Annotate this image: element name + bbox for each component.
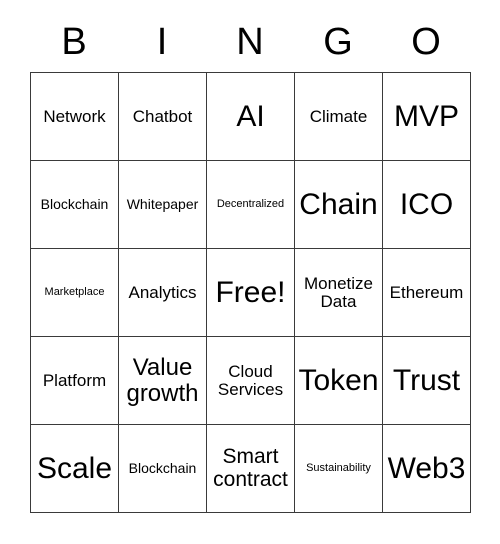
- bingo-header: B I N G O: [30, 12, 470, 72]
- bingo-cell-n2[interactable]: Decentralized: [206, 160, 295, 249]
- header-letter-g: G: [323, 21, 353, 63]
- bingo-cell-b5[interactable]: Scale: [30, 424, 119, 513]
- bingo-cell-label: Monetize Data: [304, 273, 373, 311]
- bingo-cell-i2[interactable]: Whitepaper: [118, 160, 207, 249]
- header-letter-i: I: [156, 21, 168, 63]
- bingo-cell-label: Blockchain: [128, 460, 197, 477]
- bingo-card: B I N G O Network Chatbot AI Climate MVP…: [30, 12, 471, 513]
- bingo-cell-label: Climate: [309, 106, 368, 126]
- bingo-cell-label: Trust: [392, 363, 461, 397]
- bingo-cell-g4[interactable]: Token: [294, 336, 383, 425]
- bingo-cell-label: Chatbot: [132, 106, 193, 126]
- bingo-cell-g2[interactable]: Chain: [294, 160, 383, 249]
- bingo-grid: Network Chatbot AI Climate MVP Blockchai…: [30, 72, 471, 513]
- bingo-cell-label: Cloud Services: [217, 361, 284, 399]
- bingo-cell-label: Platform: [42, 370, 107, 390]
- bingo-cell-b3[interactable]: Marketplace: [30, 248, 119, 337]
- header-letter-b: B: [61, 21, 87, 63]
- bingo-row: Platform Value growth Cloud Services Tok…: [30, 336, 471, 425]
- bingo-cell-label: AI: [236, 99, 265, 133]
- bingo-cell-label: Free!: [215, 275, 286, 309]
- bingo-cell-label: Decentralized: [216, 197, 285, 210]
- bingo-cell-label: Chain: [299, 187, 378, 221]
- bingo-cell-label: Ethereum: [389, 282, 464, 302]
- bingo-cell-b1[interactable]: Network: [30, 72, 119, 161]
- bingo-row: Scale Blockchain Smart contract Sustaina…: [30, 424, 471, 513]
- bingo-cell-n4[interactable]: Cloud Services: [206, 336, 295, 425]
- bingo-cell-i1[interactable]: Chatbot: [118, 72, 207, 161]
- bingo-row: Network Chatbot AI Climate MVP: [30, 72, 471, 161]
- bingo-cell-o2[interactable]: ICO: [382, 160, 471, 249]
- bingo-cell-label: Value growth: [126, 354, 199, 407]
- bingo-cell-o3[interactable]: Ethereum: [382, 248, 471, 337]
- bingo-cell-label: Smart contract: [213, 445, 288, 491]
- bingo-cell-g1[interactable]: Climate: [294, 72, 383, 161]
- bingo-cell-b2[interactable]: Blockchain: [30, 160, 119, 249]
- header-letter-n: N: [236, 21, 264, 63]
- bingo-cell-o5[interactable]: Web3: [382, 424, 471, 513]
- bingo-row: Blockchain Whitepaper Decentralized Chai…: [30, 160, 471, 249]
- bingo-cell-label: Sustainability: [306, 461, 371, 474]
- bingo-cell-label: Blockchain: [40, 196, 109, 213]
- bingo-cell-n1[interactable]: AI: [206, 72, 295, 161]
- bingo-cell-n5[interactable]: Smart contract: [206, 424, 295, 513]
- bingo-cell-label: Marketplace: [44, 285, 105, 298]
- bingo-cell-g3[interactable]: Monetize Data: [294, 248, 383, 337]
- bingo-cell-label: ICO: [399, 187, 454, 221]
- bingo-cell-o4[interactable]: Trust: [382, 336, 471, 425]
- bingo-cell-i3[interactable]: Analytics: [118, 248, 207, 337]
- bingo-cell-label: Whitepaper: [126, 196, 199, 213]
- bingo-cell-b4[interactable]: Platform: [30, 336, 119, 425]
- bingo-cell-label: Network: [43, 106, 106, 126]
- bingo-cell-label: Scale: [36, 451, 113, 485]
- bingo-cell-g5[interactable]: Sustainability: [294, 424, 383, 513]
- bingo-cell-free-space[interactable]: Free!: [206, 248, 295, 337]
- bingo-cell-i4[interactable]: Value growth: [118, 336, 207, 425]
- bingo-cell-label: Analytics: [128, 282, 197, 302]
- bingo-cell-label: Token: [298, 363, 379, 397]
- header-letter-o: O: [411, 21, 441, 63]
- bingo-cell-label: Web3: [387, 451, 466, 485]
- bingo-cell-o1[interactable]: MVP: [382, 72, 471, 161]
- bingo-cell-label: MVP: [393, 99, 459, 133]
- bingo-row: Marketplace Analytics Free! Monetize Dat…: [30, 248, 471, 337]
- bingo-cell-i5[interactable]: Blockchain: [118, 424, 207, 513]
